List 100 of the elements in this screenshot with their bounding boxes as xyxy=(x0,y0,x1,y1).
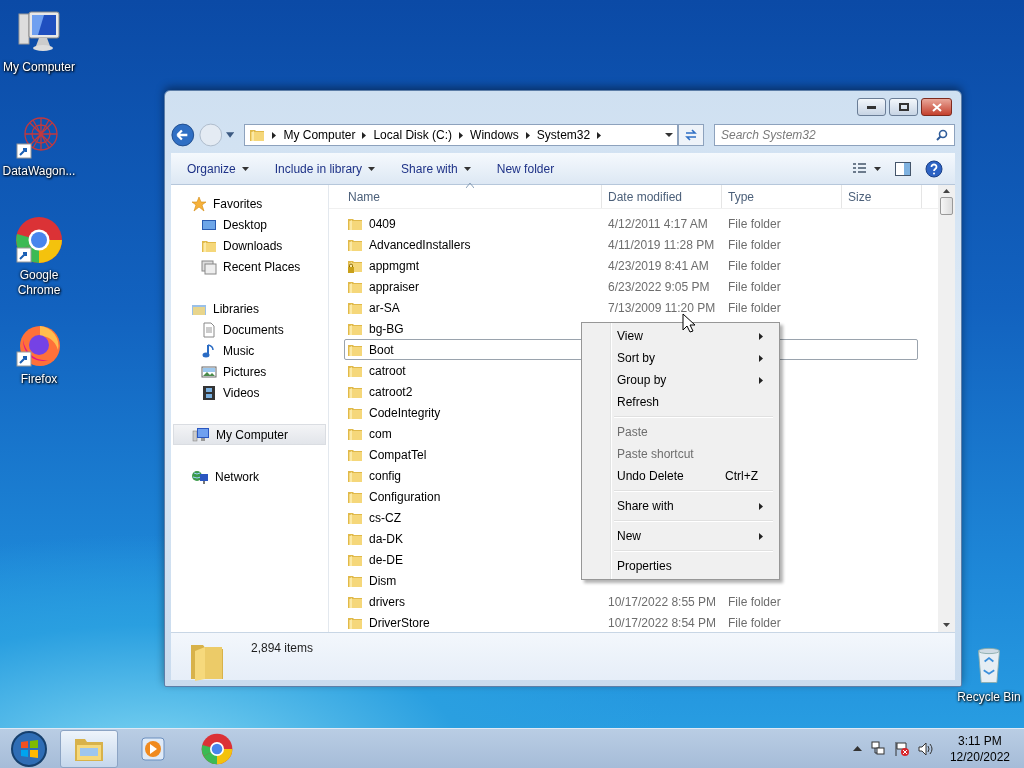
refresh-button[interactable] xyxy=(678,124,704,146)
desktop-icon-label[interactable]: My Computer xyxy=(3,60,75,75)
file-name[interactable]: drivers xyxy=(369,594,405,609)
view-options-icon[interactable] xyxy=(853,162,881,175)
sidebar-item[interactable]: Recent Places xyxy=(171,256,328,277)
file-name[interactable]: de-DE xyxy=(369,552,403,567)
chevron-icon[interactable] xyxy=(597,131,602,139)
toolbar-button[interactable]: Include in library xyxy=(266,157,384,180)
sidebar-item[interactable]: Pictures xyxy=(171,361,328,382)
file-name[interactable]: CompatTel xyxy=(369,447,427,462)
menu-item[interactable]: Undo Delete Ctrl+Z xyxy=(584,465,777,487)
computer-icon xyxy=(192,426,210,443)
chevron-icon[interactable] xyxy=(362,131,367,139)
start-button[interactable] xyxy=(10,729,48,768)
file-name[interactable]: appraiser xyxy=(369,279,420,294)
menu-item[interactable]: Properties xyxy=(584,555,777,577)
chevron-icon[interactable] xyxy=(272,131,277,139)
chevron-icon[interactable] xyxy=(525,131,530,139)
date-cell: 4/23/2019 8:41 AM xyxy=(608,258,709,273)
caret-icon xyxy=(463,166,471,171)
scroll-up-icon xyxy=(943,189,950,193)
sidebar-item[interactable]: Network xyxy=(171,466,328,487)
type-cell: File folder xyxy=(728,237,781,252)
chevron-icon[interactable] xyxy=(459,131,464,139)
caret-icon xyxy=(241,166,249,171)
breadcrumb[interactable]: Windows xyxy=(470,128,519,142)
item-count: 2,894 items xyxy=(251,641,314,655)
sidebar-item[interactable]: Libraries xyxy=(171,298,328,319)
menu-item[interactable]: Group by xyxy=(584,369,777,391)
maximize-button[interactable] xyxy=(889,98,918,116)
windows-logo-icon xyxy=(10,729,48,768)
clock[interactable]: 3:11 PM 12/20/2022 xyxy=(949,732,1010,765)
caret-icon xyxy=(665,133,674,137)
music-note-icon xyxy=(201,342,217,359)
date-cell: 4/12/2011 4:17 AM xyxy=(608,216,708,231)
file-name[interactable]: catroot xyxy=(369,363,406,378)
desktop-icon-label[interactable]: Firefox xyxy=(20,372,58,387)
file-name[interactable]: AdvancedInstallers xyxy=(369,237,471,252)
file-name[interactable]: Configuration xyxy=(369,489,441,504)
breadcrumb[interactable]: Local Disk (C:) xyxy=(373,128,453,142)
date-cell: 10/17/2022 8:55 PM xyxy=(608,594,717,609)
show-hidden-icons[interactable] xyxy=(852,746,862,751)
file-name[interactable]: Boot xyxy=(369,342,394,357)
scrollbar[interactable] xyxy=(938,185,955,632)
file-name[interactable]: config xyxy=(369,468,402,483)
network-icon[interactable] xyxy=(869,740,886,757)
desktop-icon-label[interactable]: DataWagon... xyxy=(2,164,76,179)
volume-icon[interactable] xyxy=(917,740,934,757)
file-name[interactable]: com xyxy=(369,426,392,441)
sidebar-item[interactable]: Music xyxy=(171,340,328,361)
sidebar-item[interactable]: Videos xyxy=(171,382,328,403)
flag-icon[interactable] xyxy=(893,740,910,757)
file-name[interactable]: catroot2 xyxy=(369,384,413,399)
toolbar-button[interactable]: Organize xyxy=(179,157,257,180)
document-icon xyxy=(201,321,217,338)
search-field[interactable]: Search System32 xyxy=(714,124,955,146)
breadcrumb[interactable]: System32 xyxy=(536,128,591,142)
minimize-icon xyxy=(867,105,876,109)
sidebar-item[interactable]: Documents xyxy=(171,319,328,340)
minimize-button[interactable] xyxy=(857,98,886,116)
close-button[interactable] xyxy=(921,98,952,116)
column-header[interactable]: Size xyxy=(842,185,922,208)
menu-item[interactable]: New xyxy=(584,525,777,547)
file-name[interactable]: ar-SA xyxy=(369,300,400,315)
toolbar-button[interactable]: Share with xyxy=(393,157,479,180)
chrome-icon[interactable] xyxy=(15,216,63,264)
file-name[interactable]: cs-CZ xyxy=(369,510,401,525)
help-icon[interactable] xyxy=(925,159,943,178)
sidebar-item[interactable]: Downloads xyxy=(171,235,328,256)
menu-item[interactable]: Sort by xyxy=(584,347,777,369)
caret-icon[interactable] xyxy=(226,132,235,138)
file-name[interactable]: bg-BG xyxy=(369,321,404,336)
column-header[interactable]: Name xyxy=(329,185,602,208)
sidebar-item[interactable]: My Computer xyxy=(173,424,326,445)
menu-item[interactable]: View xyxy=(584,325,777,347)
sidebar-item[interactable]: Favorites xyxy=(171,193,328,214)
menu-item[interactable]: Refresh xyxy=(584,391,777,413)
date-cell: 10/17/2022 8:54 PM xyxy=(608,615,717,630)
column-header[interactable]: Date modified xyxy=(602,185,722,208)
back-button[interactable] xyxy=(171,122,195,148)
file-name[interactable]: DriverStore xyxy=(369,615,430,630)
toolbar-button[interactable]: New folder xyxy=(488,157,563,180)
file-name[interactable]: CodeIntegrity xyxy=(369,405,441,420)
column-header[interactable]: Type xyxy=(722,185,842,208)
desktop-icon-label[interactable]: Google Chrome xyxy=(1,268,77,298)
preview-pane-icon[interactable] xyxy=(895,161,911,176)
scrollbar-thumb[interactable] xyxy=(940,197,953,215)
maximize-icon xyxy=(898,103,909,111)
file-name[interactable]: appmgmt xyxy=(369,258,420,273)
file-name[interactable]: da-DK xyxy=(369,531,403,546)
sidebar-item[interactable]: Desktop xyxy=(171,214,328,235)
clock-time: 3:11 PM xyxy=(958,732,1002,749)
breadcrumb[interactable]: My Computer xyxy=(283,128,356,142)
date-cell: 4/11/2019 11:28 PM xyxy=(608,237,715,252)
type-cell: File folder xyxy=(728,300,781,315)
file-name[interactable]: 0409 xyxy=(369,216,396,231)
address-bar[interactable]: My Computer Local Disk (C:) Windows System32 xyxy=(244,124,679,146)
refresh-icon xyxy=(684,129,699,141)
menu-item[interactable]: Share with xyxy=(584,495,777,517)
file-name[interactable]: Dism xyxy=(369,573,397,588)
